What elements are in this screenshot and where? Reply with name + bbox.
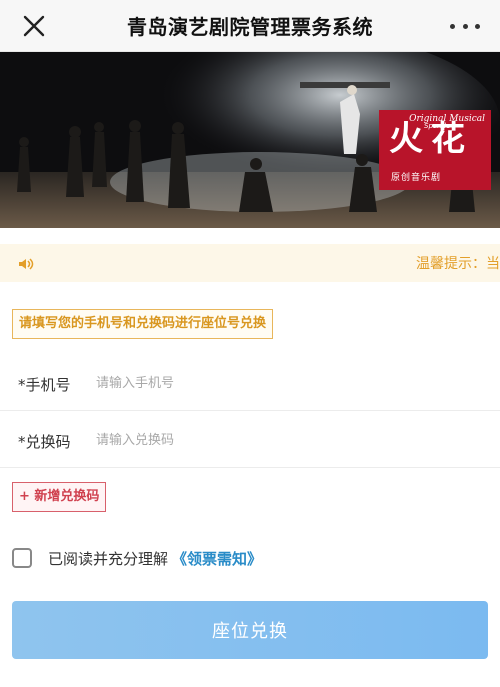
notice-text: 温馨提示：当前 — [416, 256, 500, 272]
more-icon[interactable] — [450, 14, 480, 38]
logo-subtitle: 原创音乐剧 — [391, 173, 442, 183]
code-input[interactable] — [96, 426, 476, 454]
logo-char-2: 花 — [431, 119, 465, 159]
show-logo: Original Musical 火 Sparkle 花 原创音乐剧 — [379, 110, 491, 190]
code-row: *兑换码 — [0, 412, 500, 468]
notice-bar: 温馨提示：当前 — [0, 244, 500, 282]
close-icon[interactable] — [20, 12, 48, 40]
agreement-text: 已阅读并充分理解 — [48, 549, 169, 568]
code-label: *兑换码 — [18, 433, 71, 451]
agreement-row: 已阅读并充分理解 《领票需知》 — [12, 546, 262, 570]
banner-image: Original Musical 火 Sparkle 花 原创音乐剧 — [0, 52, 500, 228]
title-bar: 青岛演艺剧院管理票务系统 — [0, 0, 500, 52]
speaker-icon — [18, 256, 34, 270]
add-code-button[interactable]: + 新增兑换码 — [12, 482, 107, 512]
page-title: 青岛演艺剧院管理票务系统 — [127, 15, 373, 39]
phone-input[interactable] — [96, 369, 476, 397]
phone-label: *手机号 — [18, 376, 71, 394]
logo-char-1: 火 — [389, 119, 423, 159]
agreement-checkbox[interactable] — [12, 548, 32, 568]
seat-exchange-button[interactable]: 座位兑换 — [12, 601, 488, 659]
instruction-hint: 请填写您的手机号和兑换码进行座位号兑换 — [12, 309, 274, 339]
ticket-notice-link[interactable]: 《领票需知》 — [172, 548, 262, 569]
phone-row: *手机号 — [0, 355, 500, 411]
